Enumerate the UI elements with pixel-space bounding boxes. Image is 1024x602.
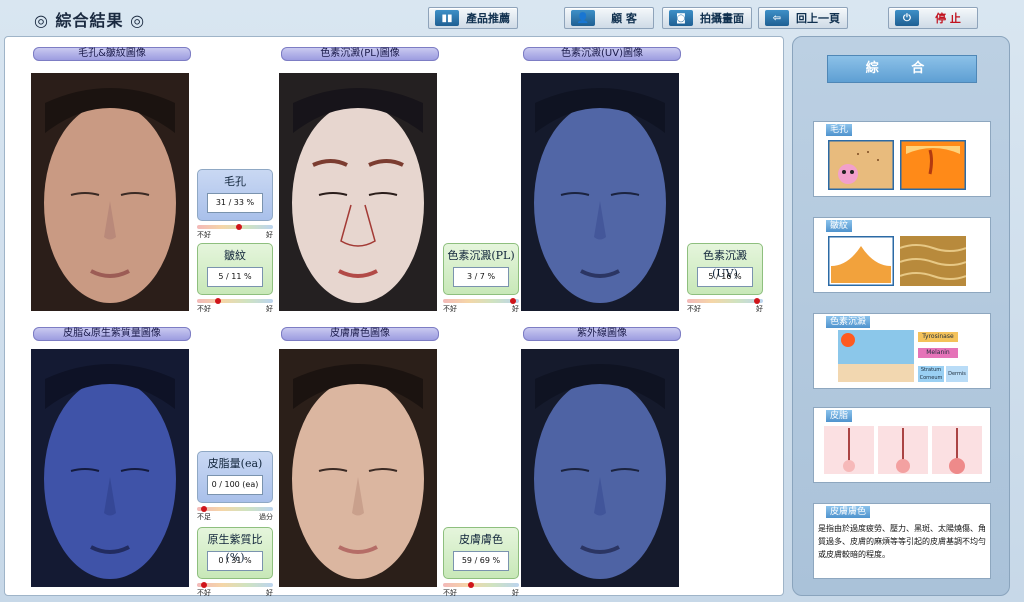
pigment-pl-scale: 不好好 (443, 297, 519, 313)
pore-wrinkle-image[interactable] (31, 73, 189, 311)
sebum-scale: 不足 過分 (197, 505, 273, 521)
sebum-stage3-icon (932, 426, 982, 474)
skin-tone-level-dot (467, 582, 474, 588)
wrinkle-info-card[interactable]: 皺紋 (813, 217, 991, 293)
pore-cross-section-icon (900, 140, 966, 190)
sebum-image-caption: 皮脂&原生紫質量圖像 (33, 327, 191, 341)
pigment-uv-metric: 色素沉澱(UV) 5 / 16 % (687, 243, 763, 295)
pore-level-dot (235, 224, 242, 230)
sebum-info-card[interactable]: 皮脂 (813, 407, 991, 483)
ultraviolet-image[interactable] (521, 349, 679, 587)
wrinkle-illustration-icon (828, 236, 894, 286)
wrinkle-texture-icon (900, 236, 966, 286)
wrinkle-scale: 不好好 (197, 297, 273, 313)
wrinkle-level-dot (214, 298, 221, 304)
pore-illustration-icon (828, 140, 894, 190)
sebum-porphyrin-image[interactable] (31, 349, 189, 587)
pore-info-card[interactable]: 毛孔 (813, 121, 991, 197)
skin-tone-info-card[interactable]: 皮膚膚色 是指由於過度疲勞、壓力、黑斑、太陽燒傷、角質過多、皮膚的麻煩等等引起的… (813, 503, 991, 579)
skin-tone-description: 是指由於過度疲勞、壓力、黑斑、太陽燒傷、角質過多、皮膚的麻煩等等引起的皮膚基調不… (818, 524, 986, 559)
pigment-uv-scale: 不好好 (687, 297, 763, 313)
wrinkle-metric: 皺紋 5 / 11 % (197, 243, 273, 295)
porphyrin-scale: 不好好 (197, 581, 273, 597)
pore-image-caption: 毛孔&皺紋圖像 (33, 47, 191, 61)
sebum-stage2-icon (878, 426, 928, 474)
summary-button[interactable]: 綜 合 (827, 55, 977, 83)
stop-button[interactable]: ⏻ 停 止 (888, 7, 978, 29)
pore-metric: 毛孔 31 / 33 % (197, 169, 273, 221)
summary-side-panel: 綜 合 毛孔 皺紋 色素沉澱 Tyrosinase Melanin Stratu… (792, 36, 1010, 596)
skin-tone-scale: 不好好 (443, 581, 519, 597)
porphyrin-metric: 原生紫質比(%) 0 / 31 % (197, 527, 273, 579)
power-icon: ⏻ (895, 10, 919, 26)
pigment-uv-image[interactable] (521, 73, 679, 311)
customer-button[interactable]: 👤 顧 客 (564, 7, 654, 29)
pore-scale: 不好好 (197, 223, 273, 239)
camera-icon: ◙ (669, 10, 693, 26)
top-bar: ◎ 綜合結果 ◎ ▮▮ 產品推薦 👤 顧 客 ◙ 拍攝畫面 ⇦ 回上一頁 ⏻ 停… (0, 0, 1024, 36)
back-button[interactable]: ⇦ 回上一頁 (758, 7, 848, 29)
pigment-pl-image[interactable] (279, 73, 437, 311)
sebum-stage1-icon (824, 426, 874, 474)
customer-icon: 👤 (571, 10, 595, 26)
uv-image-caption: 色素沉澱(UV)圖像 (523, 47, 681, 61)
tone-image-caption: 皮膚膚色圖像 (281, 327, 439, 341)
product-icon: ▮▮ (435, 10, 459, 26)
back-arrow-icon: ⇦ (765, 10, 789, 26)
skin-tone-image[interactable] (279, 349, 437, 587)
ultraviolet-image-caption: 紫外線圖像 (523, 327, 681, 341)
capture-screen-button[interactable]: ◙ 拍攝畫面 (662, 7, 752, 29)
sebum-metric: 皮脂量(ea) 0 / 100 (ea) (197, 451, 273, 503)
result-panel: 毛孔&皺紋圖像 色素沉澱(PL)圖像 色素沉澱(UV)圖像 毛孔 31 / 33… (4, 36, 784, 597)
skin-tone-metric: 皮膚膚色 59 / 69 % (443, 527, 519, 579)
page-title: ◎ 綜合結果 ◎ (34, 11, 146, 30)
pl-image-caption: 色素沉澱(PL)圖像 (281, 47, 439, 61)
pigment-pl-metric: 色素沉澱(PL) 3 / 7 % (443, 243, 519, 295)
product-recommend-button[interactable]: ▮▮ 產品推薦 (428, 7, 518, 29)
pigment-info-card[interactable]: 色素沉澱 Tyrosinase Melanin Stratum Corneum … (813, 313, 991, 389)
